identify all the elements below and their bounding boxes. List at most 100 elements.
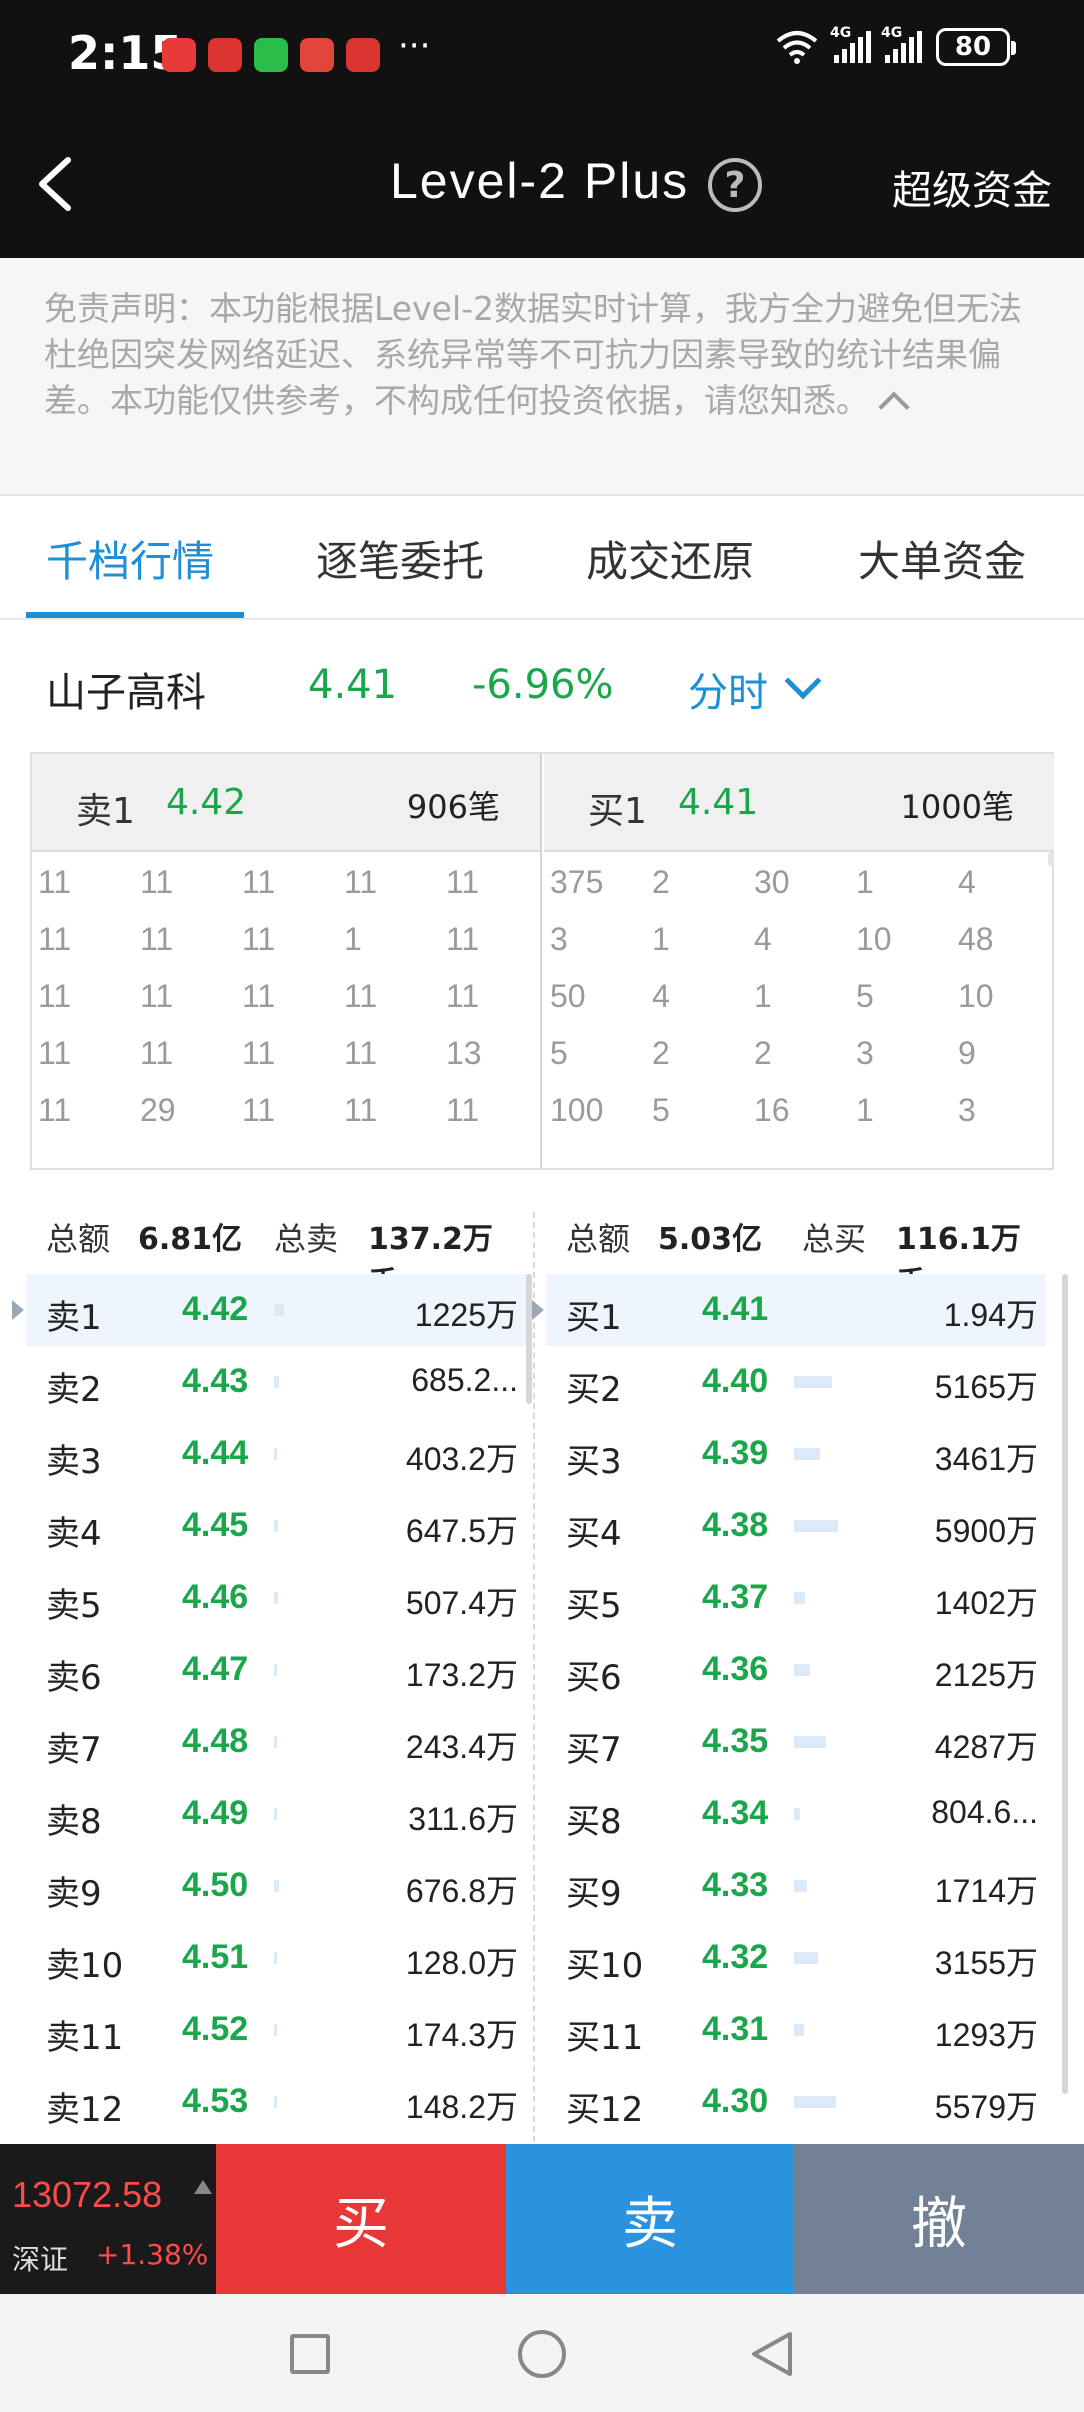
sell-level-volume-bar — [274, 1448, 277, 1460]
buy-level-row[interactable]: 买4 4.38 5900万 — [546, 1490, 1046, 1562]
buy-total-amount-label: 总额 — [566, 1220, 631, 1258]
buy-level-row[interactable]: 买7 4.35 4287万 — [546, 1706, 1046, 1778]
buy-queue-header: 买1 4.41 1000笔 — [544, 754, 1054, 852]
home-icon[interactable] — [518, 2330, 566, 2378]
sell-queue-cell: 11 — [446, 921, 480, 957]
buy-depth-scrollbar[interactable] — [1062, 1274, 1068, 2094]
sell-level-row[interactable]: 卖6 4.47 173.2万 — [26, 1634, 526, 1706]
stock-price: 4.41 — [308, 662, 398, 708]
index-name: 深证 — [12, 2243, 69, 2276]
sell-level-row[interactable]: 卖8 4.49 311.6万 — [26, 1778, 526, 1850]
sell-level-row[interactable]: 卖2 4.43 685.2... — [26, 1346, 526, 1418]
buy-level-row[interactable]: 买10 4.32 3155万 — [546, 1922, 1046, 1994]
sell-level-label: 卖2 — [46, 1370, 102, 1410]
buy-level-row[interactable]: 买3 4.39 3461万 — [546, 1418, 1046, 1490]
sell-level-row[interactable]: 卖1 4.42 1225万 — [12, 1274, 526, 1346]
sell-depth-list[interactable]: 卖1 4.42 1225万 卖2 4.43 685.2... 卖3 4.44 403.2万 卖4 4… — [12, 1274, 526, 2138]
sell-level-price: 4.42 — [182, 1290, 249, 1328]
sell-level-label: 卖11 — [46, 2018, 124, 2058]
sell-level-row[interactable]: 卖10 4.51 128.0万 — [26, 1922, 526, 1994]
buy-queue-price: 4.41 — [678, 782, 759, 823]
sell-level-row[interactable]: 卖7 4.48 243.4万 — [26, 1706, 526, 1778]
buy-level-price: 4.33 — [702, 1866, 769, 1904]
buy-totals: 总额 5.03亿 总买 116.1万手 — [566, 1206, 1046, 1301]
tab-trade-replay[interactable]: 成交还原 — [586, 528, 754, 589]
sell-level-price: 4.51 — [182, 1938, 249, 1976]
signal-icon-1: 4G — [830, 25, 871, 63]
sell-button[interactable]: 卖 — [506, 2144, 794, 2294]
system-back-icon[interactable] — [746, 2328, 798, 2380]
buy-level-volume: 5165万 — [934, 1369, 1038, 1405]
buy-level-row[interactable]: 买5 4.37 1402万 — [546, 1562, 1046, 1634]
buy-level-volume-bar — [794, 1880, 807, 1892]
buy-level-volume: 1402万 — [934, 1585, 1038, 1621]
disclaimer-text: 免责声明：本功能根据Level-2数据实时计算，我方全力避免但无法杜绝因突发网络… — [44, 289, 1023, 420]
buy-level-row[interactable]: 买2 4.40 5165万 — [546, 1346, 1046, 1418]
buy-level-row[interactable]: 买12 4.30 5579万 — [546, 2066, 1046, 2138]
back-arrow-icon[interactable] — [28, 152, 88, 216]
chart-mode-dropdown[interactable]: 分时 — [688, 660, 822, 718]
sell-level-row[interactable]: 卖4 4.45 647.5万 — [26, 1490, 526, 1562]
sell-queue-cell: 11 — [344, 978, 378, 1014]
tab-tick-orders[interactable]: 逐笔委托 — [316, 528, 484, 589]
sell-level-row[interactable]: 卖11 4.52 174.3万 — [26, 1994, 526, 2066]
cancel-order-button[interactable]: 撤 — [794, 2144, 1084, 2294]
buy-level-row[interactable]: 买8 4.34 804.6... — [546, 1778, 1046, 1850]
buy-level-label: 买4 — [566, 1514, 622, 1554]
super-fund-link[interactable]: 超级资金 — [892, 158, 1052, 216]
sell-total-amount-label: 总额 — [46, 1220, 111, 1258]
sell-total-amount: 6.81亿 — [138, 1222, 243, 1257]
buy-level-price: 4.32 — [702, 1938, 769, 1976]
current-level-marker-icon — [532, 1300, 544, 1320]
help-icon[interactable]: ? — [708, 158, 762, 212]
tab-large-orders[interactable]: 大单资金 — [858, 528, 1026, 589]
tab-order-book[interactable]: 千档行情 — [46, 528, 214, 589]
index-change: +1.38% — [96, 2238, 209, 2271]
sell-queue-cell: 11 — [38, 1092, 72, 1128]
sell-depth-scrollbar[interactable] — [526, 1274, 532, 1404]
sell-level-volume: 676.8万 — [405, 1873, 518, 1909]
page-title: Level-2 Plus — [390, 153, 690, 209]
sell-queue-cell: 11 — [242, 864, 276, 900]
battery-icon: 80 — [936, 28, 1016, 66]
sell-queue-cell: 11 — [446, 978, 480, 1014]
buy-queue-grid[interactable]: 375 2 30 1 4 3 1 4 10 48 50 4 1 5 10 5 2 2 3 9 100 5 16 1 3 — [550, 864, 1060, 1149]
sell-level-volume-bar — [274, 1520, 278, 1532]
current-level-marker-icon — [12, 1300, 24, 1320]
sell-queue-cell: 11 — [140, 864, 174, 900]
buy-level-row[interactable]: 买1 4.41 1.94万 — [532, 1274, 1046, 1346]
sell-queue-cell: 1 — [344, 921, 362, 957]
sell-queue-cell: 11 — [344, 864, 378, 900]
sell-level-row[interactable]: 卖3 4.44 403.2万 — [26, 1418, 526, 1490]
index-value: 13072.58 — [12, 2174, 163, 2215]
sell-level-volume: 128.0万 — [405, 1945, 518, 1981]
recent-apps-icon[interactable] — [290, 2334, 330, 2374]
buy-button[interactable]: 买 — [216, 2144, 506, 2294]
buy-level-label: 买8 — [566, 1802, 622, 1842]
sell-level-row[interactable]: 卖9 4.50 676.8万 — [26, 1850, 526, 1922]
collapse-chevron-icon[interactable] — [878, 391, 910, 423]
buy-level-volume-bar — [794, 1952, 818, 1964]
buy-level-volume: 804.6... — [931, 1794, 1038, 1830]
sell-level-row[interactable]: 卖12 4.53 148.2万 — [26, 2066, 526, 2138]
queue-scrollbar[interactable] — [1048, 852, 1054, 866]
buy-level-price: 4.30 — [702, 2082, 769, 2120]
buy-level-row[interactable]: 买6 4.36 2125万 — [546, 1634, 1046, 1706]
sell-queue-cell: 11 — [38, 864, 72, 900]
sell-totals: 总额 6.81亿 总卖 137.2万手 — [46, 1206, 516, 1301]
buy-depth-list[interactable]: 买1 4.41 1.94万 买2 4.40 5165万 买3 4.39 3461万 买4 4.38 5… — [532, 1274, 1046, 2138]
sell-queue-row: 11 29 11 11 11 — [38, 1092, 548, 1149]
sell-queue-grid[interactable]: 11 11 11 11 11 11 11 11 1 11 11 11 11 11 11 11 11 11 11 13 1… — [38, 864, 548, 1149]
index-ticker[interactable]: 13072.58 深证 +1.38% — [0, 2144, 216, 2294]
disclaimer: 免责声明：本功能根据Level-2数据实时计算，我方全力避免但无法杜绝因突发网络… — [0, 258, 1084, 496]
sell-level-row[interactable]: 卖5 4.46 507.4万 — [26, 1562, 526, 1634]
sell-queue-row: 11 11 11 11 11 — [38, 978, 548, 1035]
buy-queue-cell: 3 — [856, 1035, 874, 1071]
buy-queue-cell: 9 — [958, 1035, 976, 1071]
buy-level-price: 4.31 — [702, 2010, 769, 2048]
sell-level-price: 4.48 — [182, 1722, 249, 1760]
buy-level-row[interactable]: 买9 4.33 1714万 — [546, 1850, 1046, 1922]
buy-level-row[interactable]: 买11 4.31 1293万 — [546, 1994, 1046, 2066]
sell-queue-cell: 11 — [446, 1092, 480, 1128]
buy-level-volume-bar — [794, 1592, 805, 1604]
